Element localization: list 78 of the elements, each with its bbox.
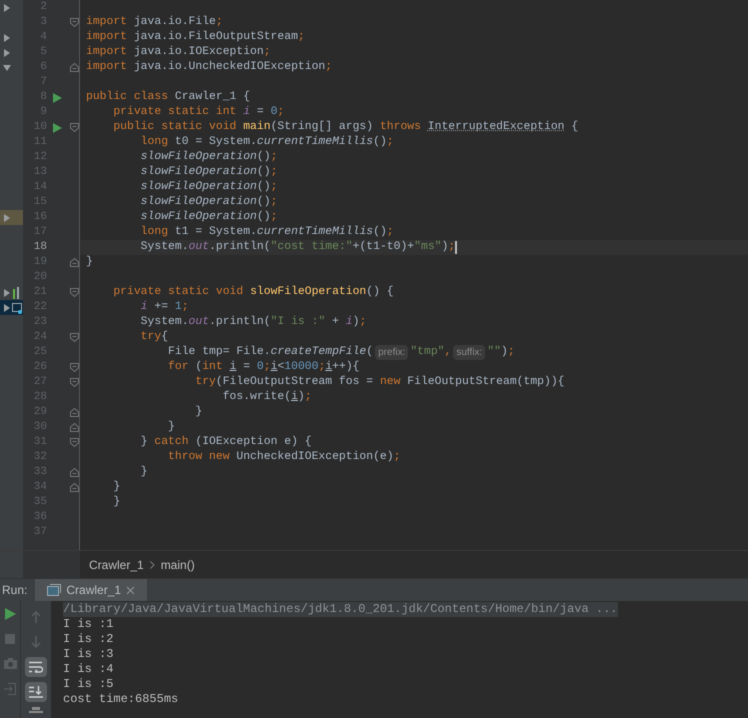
tree-row[interactable] [0,300,23,315]
code-line: } [194,405,202,420]
panel-label: Run: [2,582,28,599]
code-line: import java.io.FileOutputStream; [86,30,305,45]
console-output: I is :1 [63,617,114,632]
unfold-icon[interactable] [70,483,79,492]
code-line: try(FileOutputStream fos = new FileOutputStream(tmp)){ [194,375,564,390]
code-line: } [140,465,148,480]
run-tab[interactable]: Crawler_1 [35,579,148,601]
code-line: File tmp= File.createTempFile( prefix: "tmp", suffix: ""); [167,345,515,360]
camera-icon[interactable] [4,658,16,669]
fold-icon[interactable] [70,363,79,372]
wrap-icon [29,661,43,673]
unfold-icon[interactable] [70,423,79,432]
code-line: long t1 = System.currentTimeMillis(); [140,225,394,240]
breadcrumb-item[interactable]: main() [160,556,195,574]
console-icon [47,584,62,596]
code-line: private static void slowFileOperation() { [112,285,394,300]
unfold-icon[interactable] [70,258,79,267]
code-line: private static int i = 0; [112,105,284,120]
code-line: import java.io.IOException; [86,45,271,60]
fold-icon[interactable] [70,333,79,342]
right-arrow-icon[interactable] [3,214,11,222]
code-line: } [86,255,93,270]
console-icon [12,302,22,314]
code-line: } catch (IOException e) { [140,435,312,450]
scroll-end-icon [29,686,43,698]
code-line: slowFileOperation(); [140,180,278,195]
fold-icon[interactable] [70,288,79,297]
right-arrow-icon[interactable] [3,4,11,12]
console-output: I is :3 [63,647,114,662]
code-line: } [167,420,175,435]
fold-icon[interactable] [70,438,79,447]
code-line: try{ [140,330,168,345]
chevron-icon [150,560,155,568]
code-line: slowFileOperation(); [140,210,278,225]
down-arrow-icon [31,636,41,648]
code-line: public class Crawler_1 { [86,90,250,105]
run-icon[interactable] [52,92,62,102]
code-line: for (int i = 0;i<10000;i++){ [167,360,360,375]
code-line: i += 1; [140,300,189,315]
code-line: slowFileOperation(); [140,165,278,180]
printer-icon [29,707,43,713]
console-command: /Library/Java/JavaVirtualMachines/jdk1.8.0_201.jdk/Contents/Home/bin/java ... [63,602,618,617]
code-line: System.out.println("cost time:"+(t1-t0)+"ms"); [140,240,456,255]
wrap-tool[interactable] [25,657,47,677]
code-line: System.out.println("I is :" + i); [140,315,366,330]
code-line: import java.io.File; [86,15,223,30]
unfold-icon[interactable] [70,63,79,72]
unfold-icon[interactable] [70,408,79,417]
console-output: I is :2 [63,632,114,647]
unfold-icon[interactable] [70,468,79,477]
bars-icon [12,286,22,298]
down-arrow-icon[interactable] [3,64,11,72]
breadcrumb-item[interactable]: Crawler_1 [89,556,144,574]
scroll-end-tool[interactable] [25,682,47,702]
code-line: throw new UncheckedIOException(e); [167,450,400,465]
code-line: long t0 = System.currentTimeMillis(); [140,135,394,150]
fold-icon[interactable] [70,378,79,387]
exit-icon[interactable] [4,683,16,695]
line-number: 18 [32,240,47,256]
console-output: I is :4 [63,662,114,677]
run-icon[interactable] [4,608,16,620]
fold-icon[interactable] [70,18,79,27]
code-line: } [112,480,120,495]
code-line: fos.write(i); [222,390,312,405]
text-cursor [455,241,457,254]
code-line: slowFileOperation(); [140,195,278,210]
code-line: slowFileOperation(); [140,150,278,165]
fold-icon[interactable] [70,123,79,132]
console-output: I is :5 [63,677,114,692]
up-arrow-icon [31,611,41,623]
code-line: } [112,495,120,510]
console-output: cost time:6855ms [63,692,178,707]
code-line: public static void main(String[] args) throws InterruptedException { [112,120,578,135]
close-icon[interactable] [126,586,136,594]
run-icon[interactable] [52,122,62,132]
code-line: import java.io.UncheckedIOException; [86,60,332,75]
